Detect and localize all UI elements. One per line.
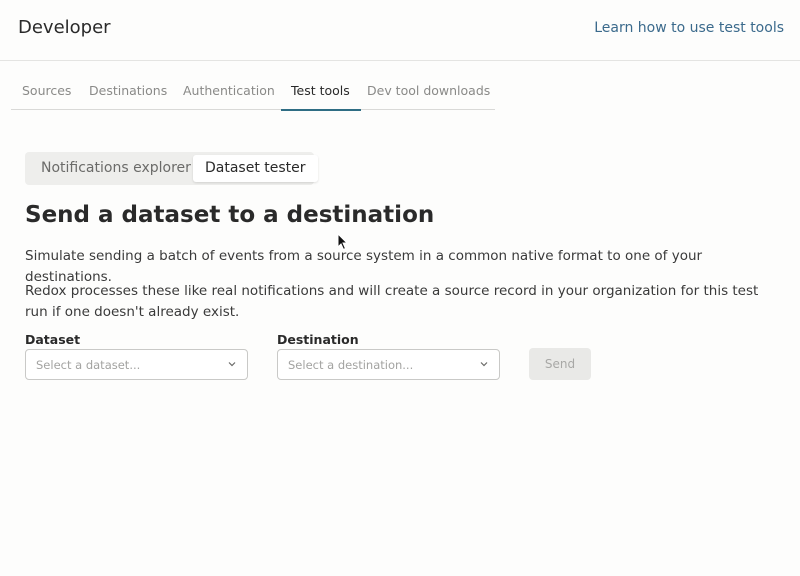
help-link[interactable]: Learn how to use test tools	[594, 20, 784, 36]
tab-test-tools[interactable]: Test tools	[281, 82, 361, 111]
tab-dev-tool-downloads[interactable]: Dev tool downloads	[367, 82, 490, 110]
chevron-down-icon	[228, 362, 236, 367]
destination-select[interactable]: Select a destination...	[277, 349, 500, 380]
section-heading: Send a dataset to a destination	[25, 202, 435, 228]
destination-label: Destination	[277, 332, 359, 347]
tab-sources[interactable]: Sources	[22, 82, 71, 110]
tab-destinations[interactable]: Destinations	[89, 82, 167, 110]
dataset-placeholder: Select a dataset...	[36, 358, 141, 372]
segment-notifications-explorer[interactable]: Notifications explorer	[41, 155, 191, 182]
mouse-cursor-icon	[337, 233, 349, 251]
segment-dataset-tester[interactable]: Dataset tester	[193, 155, 318, 182]
destination-placeholder: Select a destination...	[288, 358, 414, 372]
dataset-label: Dataset	[25, 332, 81, 347]
page-title: Developer	[18, 17, 111, 38]
nav-tabs: Sources Destinations Authentication Test…	[11, 82, 495, 111]
chevron-down-icon	[480, 362, 488, 367]
page-header: Developer Learn how to use test tools	[0, 0, 800, 61]
tab-authentication[interactable]: Authentication	[183, 82, 275, 110]
description-text-secondary: Redox processes these like real notifica…	[25, 283, 759, 320]
send-button[interactable]: Send	[529, 348, 591, 380]
tool-switcher: Notifications explorer Dataset tester	[25, 152, 318, 185]
dataset-select[interactable]: Select a dataset...	[25, 349, 248, 380]
